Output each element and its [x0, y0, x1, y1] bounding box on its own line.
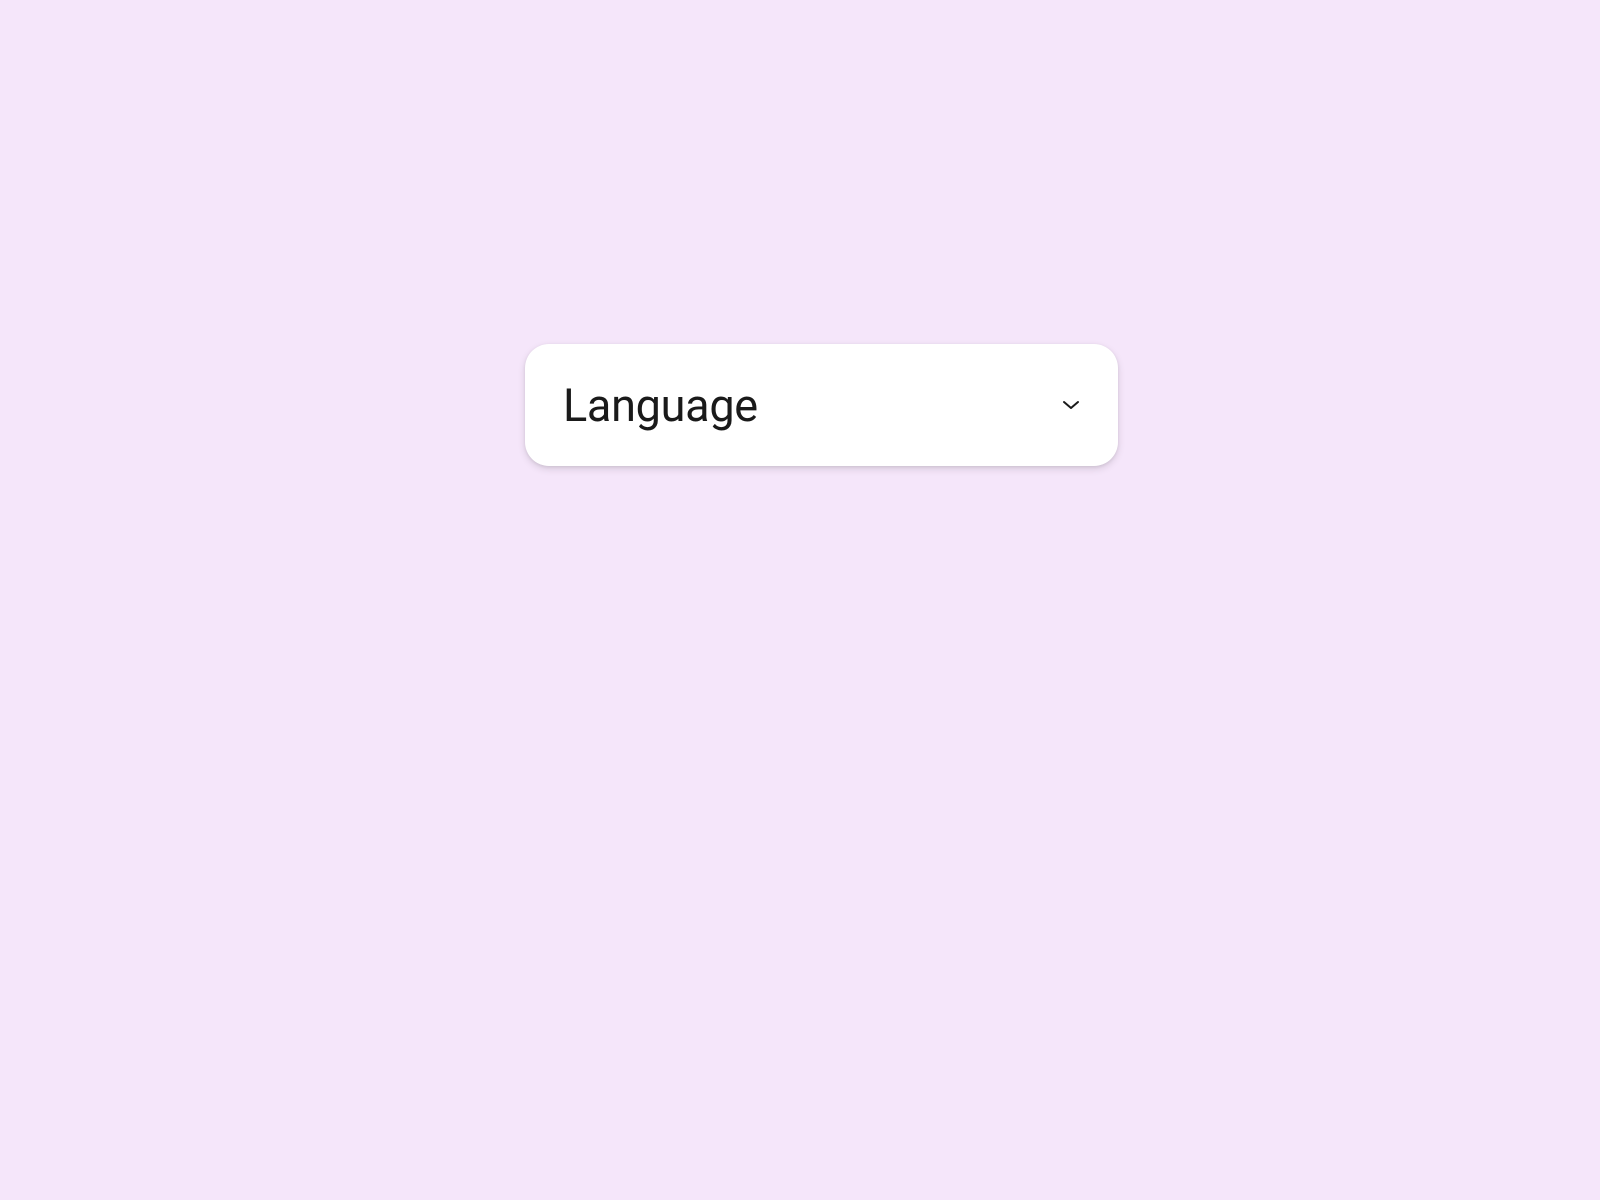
chevron-down-icon	[1062, 396, 1080, 414]
language-dropdown[interactable]: Language	[525, 344, 1118, 466]
dropdown-label: Language	[563, 379, 758, 432]
